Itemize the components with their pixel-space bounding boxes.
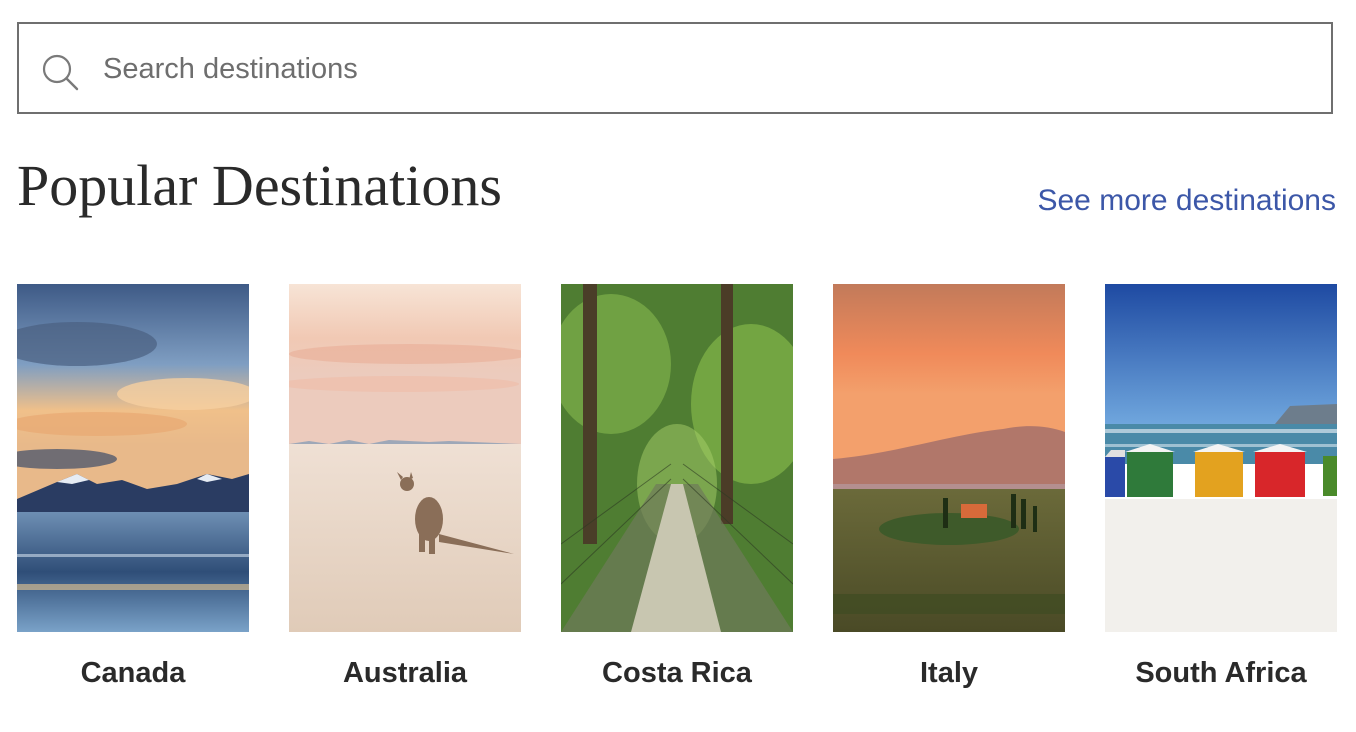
destination-image-australia [289, 284, 521, 632]
destination-card-costa-rica[interactable]: Costa Rica [561, 284, 793, 704]
search-icon [42, 54, 79, 91]
destination-card-italy[interactable]: Italy [833, 284, 1065, 704]
destination-name-australia: Australia [342, 657, 468, 689]
destination-name-south-africa: South Africa [1135, 657, 1307, 689]
destination-card-australia[interactable]: Australia [289, 284, 521, 704]
destination-image-south-africa [1105, 284, 1337, 632]
destination-image-canada [17, 284, 249, 632]
destination-card-canada[interactable]: Canada [17, 284, 249, 704]
search-bar[interactable] [17, 22, 1333, 114]
see-more-destinations-link[interactable]: See more destinations [1037, 184, 1336, 218]
destination-image-italy [833, 284, 1065, 632]
destination-name-canada: Canada [80, 657, 186, 689]
section-title: Popular Destinations [17, 153, 502, 218]
destination-image-costa-rica [561, 284, 793, 632]
destination-name-costa-rica: Costa Rica [602, 657, 752, 689]
destination-name-italy: Italy [919, 657, 979, 689]
search-input[interactable] [103, 42, 1283, 96]
destination-card-south-africa[interactable]: South Africa [1105, 284, 1337, 704]
